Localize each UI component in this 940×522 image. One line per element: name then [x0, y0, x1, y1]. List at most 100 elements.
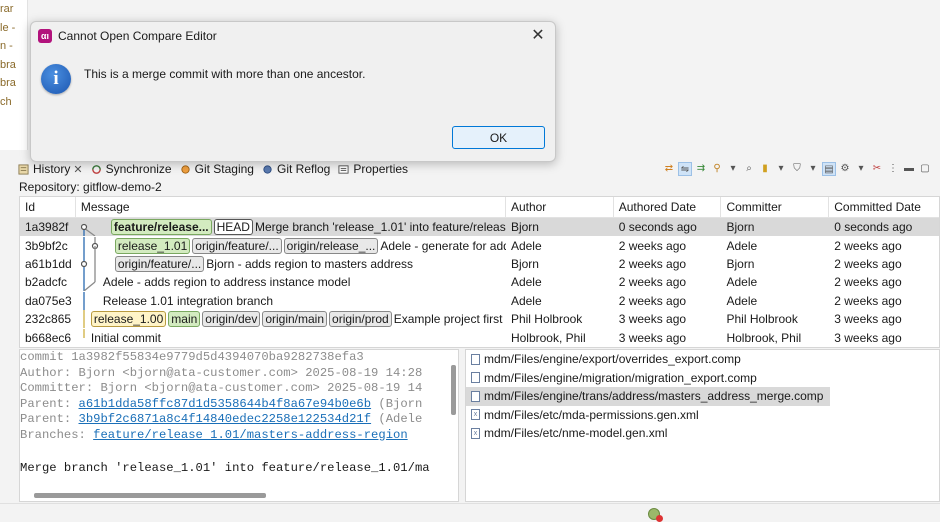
table-row[interactable]: b668ec6 Initial commit Holbrook, Phil 3 wee…	[20, 328, 939, 346]
tab-label: Synchronize	[105, 162, 172, 176]
git-staging-icon	[180, 164, 190, 174]
file-row[interactable]: mdm/Files/engine/trans/address/masters_a…	[466, 387, 830, 406]
settings-icon[interactable]: ⚙	[838, 162, 852, 176]
table-row[interactable]: da075e3 Release 1.01 integration branch Ad…	[20, 291, 939, 310]
authored-date: 3 weeks ago	[618, 330, 687, 345]
xml-file-icon: x	[471, 409, 480, 421]
commit-message: Example project first	[393, 312, 503, 327]
close-icon[interactable]: ✕	[529, 27, 547, 45]
commit-id: 3b9bf2c	[25, 238, 68, 253]
branch-badge: main	[168, 311, 201, 328]
branch-badge: origin/prod	[329, 311, 392, 328]
editor-line: le -	[0, 21, 16, 34]
tab-synchronize[interactable]: Synchronize	[91, 162, 172, 176]
tab-git-staging[interactable]: Git Staging	[180, 162, 254, 176]
search-icon[interactable]: ⌕	[742, 162, 756, 176]
commit-message-cell: Release 1.01 integration branch	[76, 291, 506, 310]
commit-details[interactable]: commit 1a3982f55834e9779d5d4394070ba9282…	[19, 349, 459, 502]
authored-date: 2 weeks ago	[618, 293, 687, 308]
file-icon	[471, 372, 480, 384]
committer-line: Committer: Bjorn <bjorn@ata-customer.com…	[20, 381, 423, 395]
table-row[interactable]: b2adcfc Adele - adds region to address in…	[20, 273, 939, 292]
horizontal-scrollbar[interactable]	[34, 493, 266, 498]
tab-label: History	[33, 162, 71, 176]
commit-rows: 1a3982f feature/release... HEAD Merge branc…	[20, 218, 939, 347]
branch-badge: origin/feature/...	[192, 237, 282, 254]
file-path: mdm/Files/engine/migration/migration_exp…	[484, 370, 757, 385]
tab-properties[interactable]: Properties	[338, 162, 408, 176]
branch-badge: origin/release_...	[283, 237, 379, 254]
tag-badge: release_1.00	[90, 311, 167, 328]
tab-label: Properties	[353, 162, 409, 176]
dialog-title: Cannot Open Compare Editor	[58, 29, 217, 43]
parent-link[interactable]: 3b9bf2c6871a8c4f14840edec2258e122534d21f	[79, 412, 372, 426]
repository-label: Repository: gitflow-demo-2	[19, 180, 162, 194]
column-header-id[interactable]: Id	[20, 197, 76, 217]
commit-message-cell: Initial commit	[76, 328, 506, 347]
history-toolbar: ⇄ ⇋ ⇉ ⚲ ▾ ⌕ ▮ ▾ ⛉ ▾ ▤ ⚙ ▾ ✂ ⋮ ▬ ▢	[662, 159, 932, 179]
filter-icon[interactable]: ⚲	[710, 162, 724, 176]
column-header-committer[interactable]: Committer	[721, 197, 830, 217]
sync-status-icon[interactable]	[648, 508, 663, 522]
minimize-icon[interactable]: ▬	[902, 162, 916, 176]
views-tab-bar: History ✕ Synchronize Git Staging Git Re…	[18, 159, 940, 179]
branch-link[interactable]: feature/release 1.01/masters-address-reg…	[93, 428, 408, 442]
ok-button[interactable]: OK	[452, 126, 545, 149]
commit-graph	[83, 310, 85, 329]
file-icon	[471, 390, 480, 402]
dialog-titlebar[interactable]: αı Cannot Open Compare Editor	[31, 22, 555, 50]
disconnect-icon[interactable]: ✂	[870, 162, 884, 176]
chevron-down-icon[interactable]: ▾	[806, 162, 820, 176]
parent-label: Parent:	[20, 396, 79, 411]
commit-author: Holbrook, Phil	[510, 330, 586, 345]
author-line: Author: Bjorn <bjorn@ata-customer.com> 2…	[20, 365, 423, 380]
committed-date: 2 weeks ago	[834, 238, 902, 253]
commit-author: Phil Holbrook	[510, 312, 583, 327]
column-header-committed-date[interactable]: Committed Date	[829, 197, 939, 217]
table-row[interactable]: 3b9bf2c release_1.01 origin/feature/... ori…	[20, 236, 939, 255]
head-badge: HEAD	[213, 219, 253, 236]
commit-graph	[83, 236, 98, 255]
close-icon[interactable]: ✕	[73, 163, 82, 176]
history-icon	[18, 163, 29, 175]
funnel-icon[interactable]: ⛉	[790, 162, 804, 176]
chevron-down-icon[interactable]: ▾	[854, 162, 868, 176]
tag-icon[interactable]: ▮	[758, 162, 772, 176]
tab-history[interactable]: History ✕	[18, 162, 83, 176]
error-dialog: αı Cannot Open Compare Editor ✕ i This i…	[30, 21, 556, 162]
column-header-author[interactable]: Author	[506, 197, 614, 217]
view-menu-icon[interactable]: ⋮	[886, 162, 900, 176]
maximize-icon[interactable]: ▢	[918, 162, 932, 176]
commit-graph	[80, 254, 96, 273]
tab-git-reflog[interactable]: Git Reflog	[262, 162, 330, 176]
column-header-message[interactable]: Message	[76, 197, 506, 217]
committer: Adele	[726, 275, 758, 290]
authored-date: 3 weeks ago	[618, 312, 687, 327]
chevron-down-icon[interactable]: ▾	[726, 162, 740, 176]
table-row[interactable]: 232c865 release_1.00 main origin/dev origin/…	[20, 310, 939, 329]
show-all-branches-icon[interactable]: ⇉	[694, 162, 708, 176]
vertical-scrollbar[interactable]	[451, 365, 456, 415]
committed-date: 0 seconds ago	[834, 220, 913, 235]
file-row[interactable]: x mdm/Files/etc/mda-permissions.gen.xml	[466, 406, 939, 425]
file-row[interactable]: mdm/Files/engine/export/overrides_export…	[466, 350, 939, 369]
chevron-down-icon[interactable]: ▾	[774, 162, 788, 176]
branch-badge: feature/release...	[110, 219, 212, 236]
editor-strip: rar le - n - bra bra ch	[0, 0, 28, 150]
layout-icon[interactable]: ▤	[822, 162, 836, 176]
commit-message-cell: release_1.01 origin/feature/... origin/rel…	[76, 236, 506, 255]
file-row[interactable]: mdm/Files/engine/migration/migration_exp…	[466, 369, 939, 388]
committer: Phil Holbrook	[726, 312, 798, 327]
link-selection-icon[interactable]: ⇋	[678, 162, 692, 176]
commit-message-cell: feature/release... HEAD Merge branch 'rele…	[76, 218, 506, 237]
table-row[interactable]: 1a3982f feature/release... HEAD Merge branc…	[20, 218, 939, 237]
table-row[interactable]: a61b1dd origin/feature/... Bjorn - adds re…	[20, 254, 939, 273]
parent-link[interactable]: a61b1dda58ffc87d1d5358644b4f8a67e94b0e6b	[79, 397, 372, 411]
parent-line: Parent: 3b9bf2c6871a8c4f14840edec2258e12…	[20, 412, 458, 428]
branch-badge: origin/main	[262, 311, 328, 328]
column-header-authored-date[interactable]: Authored Date	[614, 197, 722, 217]
commit-author: Adele	[510, 275, 542, 290]
file-row[interactable]: x mdm/Files/etc/nme-model.gen.xml	[466, 424, 939, 443]
compare-mode-icon[interactable]: ⇄	[662, 162, 676, 176]
commit-graph	[83, 291, 85, 310]
